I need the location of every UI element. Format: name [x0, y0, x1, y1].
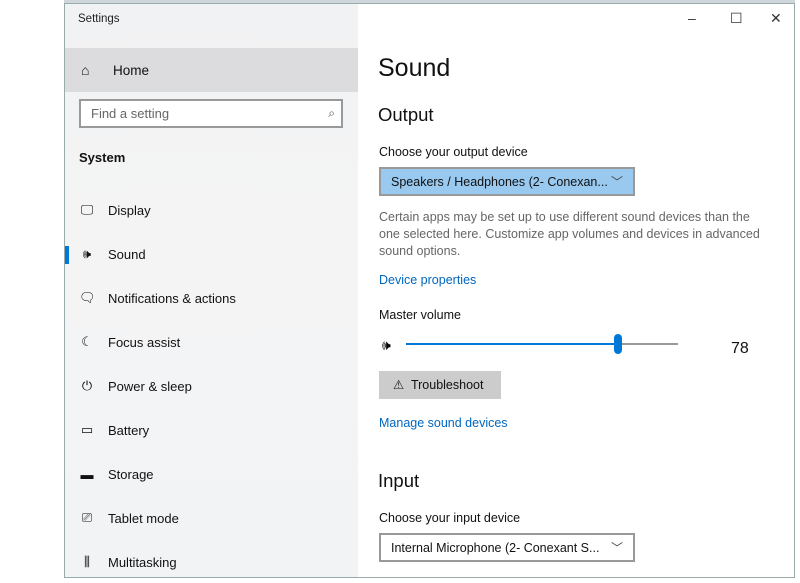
sidebar-item-label: Storage: [108, 466, 154, 482]
sidebar-item-sound[interactable]: 🕪 Sound: [65, 234, 358, 274]
power-sleep-icon: ⏻: [81, 378, 93, 393]
manage-sound-devices-link[interactable]: Manage sound devices: [379, 416, 508, 430]
master-volume-label: Master volume: [379, 308, 461, 322]
battery-icon: ▭: [80, 422, 94, 437]
section-heading: System: [79, 150, 126, 165]
sidebar-item-label: Focus assist: [108, 334, 181, 350]
home-label: Home: [113, 62, 150, 78]
focus-assist-icon: ☾: [81, 334, 93, 349]
sidebar-item-focus-assist[interactable]: ☾ Focus assist: [65, 322, 358, 362]
sidebar-item-label: Notifications & actions: [108, 290, 236, 306]
sidebar-item-notifications-actions[interactable]: 🗨 Notifications & actions: [65, 278, 358, 318]
close-button[interactable]: ✕: [770, 10, 782, 27]
sidebar-item-battery[interactable]: ▭ Battery: [65, 410, 358, 450]
sidebar-item-tablet-mode[interactable]: ⎚ Tablet mode: [65, 498, 358, 538]
sidebar: Settings ⌂ Home Find a setting ⌕ System 🖵 D…: [65, 4, 358, 577]
storage-icon: ▬: [80, 466, 94, 482]
sidebar-item-multitasking[interactable]: ⫼ Multitasking: [65, 542, 358, 577]
volume-fill: [406, 343, 619, 345]
notifications-actions-icon: 🗨: [79, 290, 96, 305]
sidebar-item-label: Display: [108, 202, 151, 218]
output-device-dropdown[interactable]: Speakers / Headphones (2- Conexan... ﹀: [379, 167, 635, 196]
device-properties-link[interactable]: Device properties: [379, 273, 476, 287]
maximize-button[interactable]: ☐: [730, 10, 743, 27]
display-icon: 🖵: [80, 202, 94, 217]
sidebar-item-label: Multitasking: [108, 554, 177, 570]
volume-slider[interactable]: [406, 334, 678, 354]
search-icon: ⌕: [328, 106, 335, 120]
warning-icon: ⚠: [393, 378, 405, 392]
output-label: Choose your output device: [379, 145, 528, 159]
minimize-button[interactable]: –: [688, 10, 696, 26]
input-device-value: Internal Microphone (2- Conexant S...: [391, 541, 600, 555]
window-title: Settings: [78, 13, 120, 25]
troubleshoot-label: Troubleshoot: [410, 378, 484, 392]
sidebar-item-label: Sound: [108, 246, 146, 262]
page-title: Sound: [378, 54, 451, 82]
tablet-mode-icon: ⎚: [81, 510, 93, 525]
home-icon: ⌂: [81, 62, 90, 78]
sidebar-item-label: Battery: [108, 422, 150, 438]
multitasking-icon: ⫼: [84, 554, 90, 569]
output-device-value: Speakers / Headphones (2- Conexan...: [391, 175, 608, 189]
speaker-icon[interactable]: 🕪: [382, 337, 391, 354]
sound-icon: 🕪: [82, 246, 92, 261]
output-heading: Output: [378, 104, 434, 125]
sidebar-item-display[interactable]: 🖵 Display: [65, 190, 358, 230]
content: – ☐ ✕ Sound Output Choose your output de…: [358, 4, 794, 577]
sidebar-item-label: Tablet mode: [108, 510, 179, 526]
sidebar-item-label: Power & sleep: [108, 378, 192, 394]
chevron-down-icon: ﹀: [610, 175, 623, 189]
search-placeholder: Find a setting: [91, 106, 170, 121]
input-heading: Input: [378, 470, 420, 491]
output-description: Certain apps may be set up to use differ…: [379, 210, 760, 258]
input-device-dropdown[interactable]: Internal Microphone (2- Conexant S... ﹀: [379, 533, 635, 562]
settings-window: Settings ⌂ Home Find a setting ⌕ System 🖵 D…: [64, 3, 795, 578]
troubleshoot-button[interactable]: ⚠ Troubleshoot: [379, 371, 501, 399]
sidebar-home[interactable]: ⌂ Home: [65, 48, 358, 92]
volume-value: 78: [731, 340, 749, 357]
volume-thumb[interactable]: [614, 334, 623, 354]
search-input[interactable]: Find a setting ⌕: [79, 99, 343, 128]
chevron-down-icon: ﹀: [610, 541, 623, 555]
input-label: Choose your input device: [379, 511, 521, 525]
sidebar-item-power-sleep[interactable]: ⏻ Power & sleep: [65, 366, 358, 406]
sidebar-item-storage[interactable]: ▬ Storage: [65, 454, 358, 494]
